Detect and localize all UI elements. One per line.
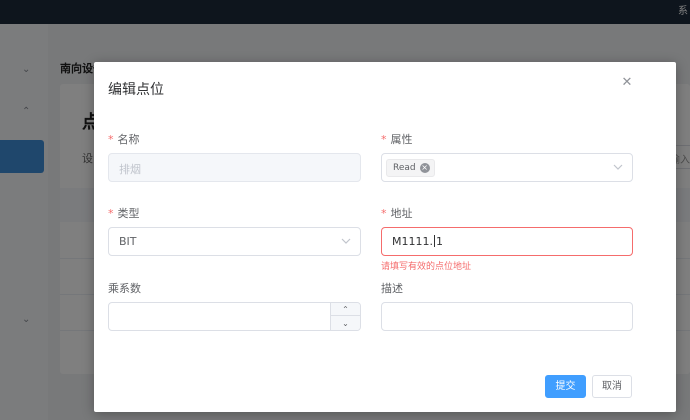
chevron-down-icon[interactable] [612, 161, 624, 173]
stepper-down-icon[interactable]: ⌄ [331, 317, 360, 330]
type-select-value: BIT [119, 235, 137, 248]
submit-button[interactable]: 提交 [545, 375, 586, 398]
description-label: 描述 [381, 282, 403, 295]
address-input[interactable]: M1111. 1 [381, 227, 633, 256]
type-select[interactable]: BIT [108, 227, 361, 256]
dialog-title: 编辑点位 [108, 82, 164, 98]
required-asterisk: * [381, 133, 387, 146]
required-asterisk: * [108, 133, 114, 146]
description-input[interactable] [381, 302, 633, 331]
multiplier-stepper[interactable]: ⌃ ⌄ [108, 302, 361, 331]
type-label: * 类型 [108, 207, 140, 220]
attribute-label: * 属性 [381, 133, 413, 146]
edit-point-dialog: 编辑点位 ✕ * 名称 排烟 * 属性 Read × * 类型 BIT * 地址 M111… [94, 62, 676, 412]
name-label: * 名称 [108, 133, 140, 146]
address-input-value: M1111. 1 [392, 235, 443, 248]
chevron-down-icon[interactable] [340, 235, 352, 247]
multiplier-label: 乘系数 [108, 282, 141, 295]
attribute-tag-read: Read × [386, 159, 435, 177]
cancel-button[interactable]: 取消 [592, 375, 632, 398]
name-input-value: 排烟 [119, 163, 141, 176]
close-icon[interactable]: ✕ [618, 74, 636, 92]
stepper-up-icon[interactable]: ⌃ [331, 303, 360, 316]
attribute-select[interactable]: Read × [381, 153, 633, 182]
address-label: * 地址 [381, 207, 413, 220]
stepper-controls: ⌃ ⌄ [330, 303, 360, 330]
required-asterisk: * [108, 207, 114, 220]
name-input[interactable]: 排烟 [108, 153, 361, 182]
required-asterisk: * [381, 207, 387, 220]
address-error-message: 请填写有效的点位地址 [381, 262, 472, 272]
tag-close-icon[interactable]: × [419, 163, 430, 173]
text-cursor [433, 235, 435, 247]
